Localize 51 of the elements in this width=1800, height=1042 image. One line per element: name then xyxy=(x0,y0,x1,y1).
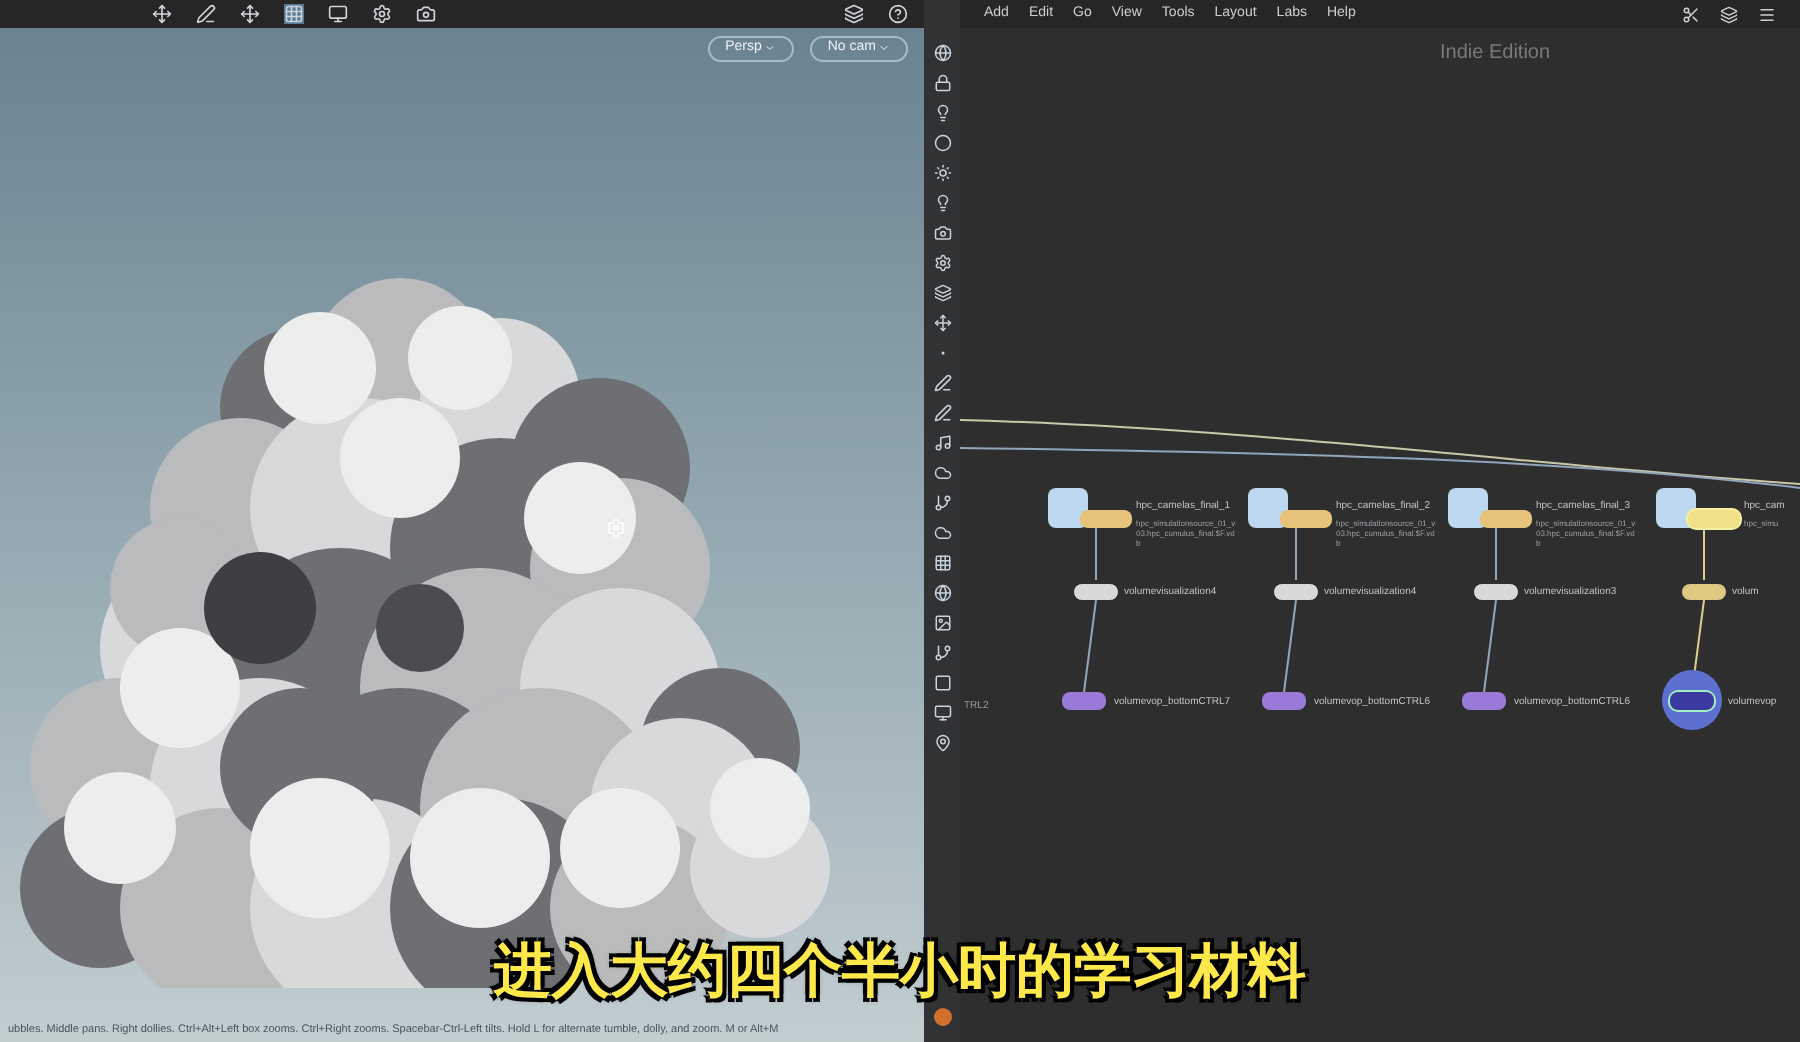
visualize-node[interactable] xyxy=(1682,584,1726,600)
file-node[interactable] xyxy=(1248,488,1288,528)
pen-icon[interactable] xyxy=(196,4,216,24)
caret-icon xyxy=(878,42,890,55)
layers-icon[interactable] xyxy=(844,4,864,24)
tool-icon[interactable] xyxy=(933,374,951,392)
visualize-node[interactable] xyxy=(1274,584,1318,600)
vop-node[interactable] xyxy=(1262,692,1306,710)
tool-icon[interactable] xyxy=(933,104,951,122)
tool-icon[interactable] xyxy=(933,224,951,242)
tool-icon[interactable] xyxy=(933,254,951,272)
visualize-node[interactable] xyxy=(1474,584,1518,600)
menu-icon[interactable] xyxy=(1758,5,1776,23)
move-icon[interactable] xyxy=(152,4,172,24)
vop-node[interactable] xyxy=(1670,692,1714,710)
caret-icon xyxy=(763,42,776,55)
visualize-node[interactable] xyxy=(1074,584,1118,600)
tool-icon[interactable] xyxy=(933,674,951,692)
gear-icon[interactable] xyxy=(372,4,392,24)
tool-icon[interactable] xyxy=(933,74,951,92)
tool-icon[interactable] xyxy=(933,704,951,722)
file-node[interactable] xyxy=(1656,488,1696,528)
tool-icon[interactable] xyxy=(933,434,951,452)
tool-icon[interactable] xyxy=(933,464,951,482)
tool-icon[interactable] xyxy=(933,314,951,332)
tool-icon[interactable] xyxy=(933,44,951,62)
vop-node[interactable] xyxy=(1462,692,1506,710)
tool-icon[interactable] xyxy=(933,194,951,212)
tool-icon[interactable] xyxy=(933,494,951,512)
tool-icon[interactable] xyxy=(933,614,951,632)
tool-icon[interactable] xyxy=(933,134,951,152)
tool-icon[interactable] xyxy=(933,284,951,302)
vop-node[interactable] xyxy=(1062,692,1106,710)
file-node[interactable] xyxy=(1448,488,1488,528)
tool-icon[interactable] xyxy=(933,644,951,662)
layers-icon[interactable] xyxy=(1720,5,1738,23)
tool-icon[interactable] xyxy=(933,164,951,182)
edition-label: Indie Edition xyxy=(1440,40,1551,68)
tool-icon[interactable] xyxy=(933,554,951,572)
grid-icon[interactable] xyxy=(284,4,304,24)
help-icon[interactable] xyxy=(888,4,908,24)
move-icon[interactable] xyxy=(240,4,260,24)
node-flag xyxy=(1688,510,1740,528)
camera-icon[interactable] xyxy=(416,4,436,24)
tool-icon[interactable] xyxy=(933,524,951,542)
file-node[interactable] xyxy=(1048,488,1088,528)
tool-icon[interactable] xyxy=(933,404,951,422)
tool-icon[interactable] xyxy=(933,734,951,752)
tool-icon[interactable] xyxy=(933,584,951,602)
tools-icon[interactable] xyxy=(1682,5,1700,23)
monitor-icon[interactable] xyxy=(328,4,348,24)
